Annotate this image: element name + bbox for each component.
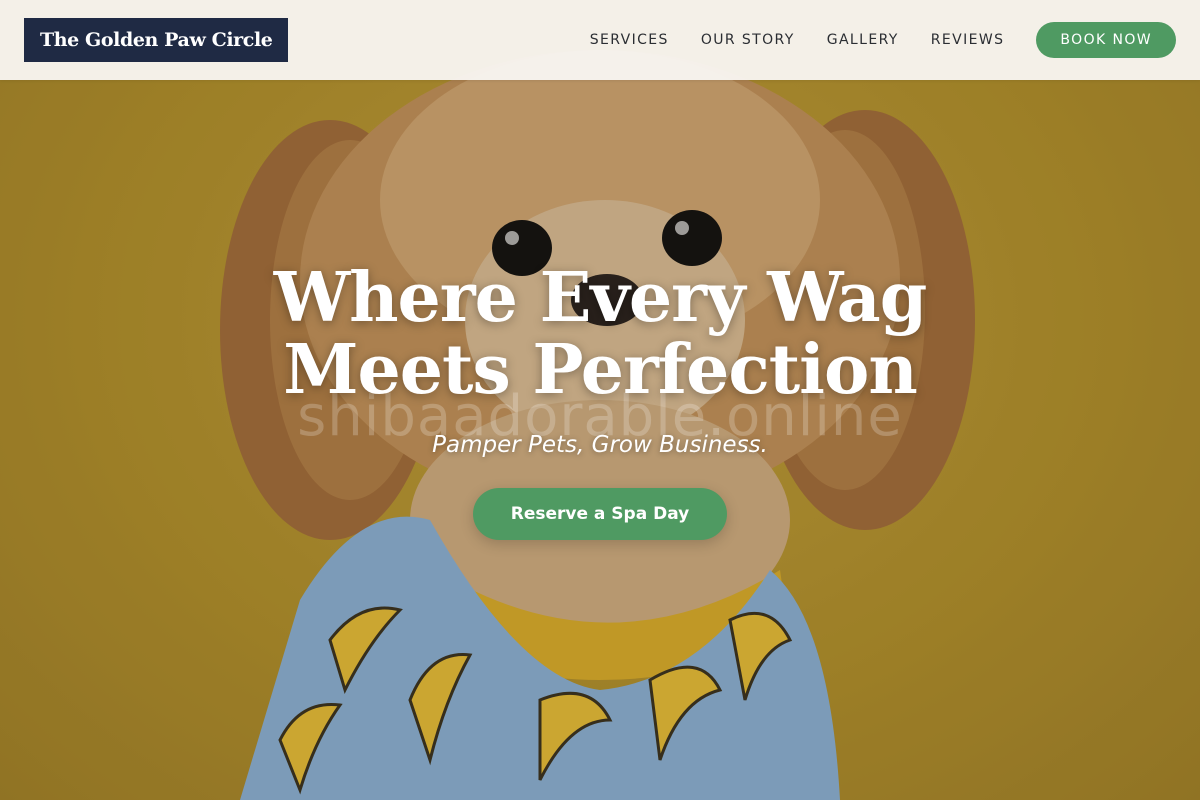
nav-link-our-story[interactable]: OUR STORY [701, 32, 795, 48]
main-nav: SERVICES OUR STORY GALLERY REVIEWS BOOK … [590, 22, 1176, 58]
hero-subtitle: Pamper Pets, Grow Business. [432, 432, 768, 458]
nav-link-gallery[interactable]: GALLERY [827, 32, 899, 48]
hero-title: Where Every Wag Meets Perfection [273, 258, 928, 410]
site-header: The Golden Paw Circle SERVICES OUR STORY… [0, 0, 1200, 80]
hero-content: Where Every Wag Meets Perfection Pamper … [0, 262, 1200, 540]
book-now-button[interactable]: BOOK NOW [1036, 22, 1176, 58]
logo-text: The Golden Paw Circle [40, 29, 273, 51]
nav-link-reviews[interactable]: REVIEWS [931, 32, 1005, 48]
reserve-spa-day-button[interactable]: Reserve a Spa Day [472, 488, 728, 540]
site-logo[interactable]: The Golden Paw Circle [24, 18, 289, 62]
nav-link-services[interactable]: SERVICES [590, 32, 669, 48]
